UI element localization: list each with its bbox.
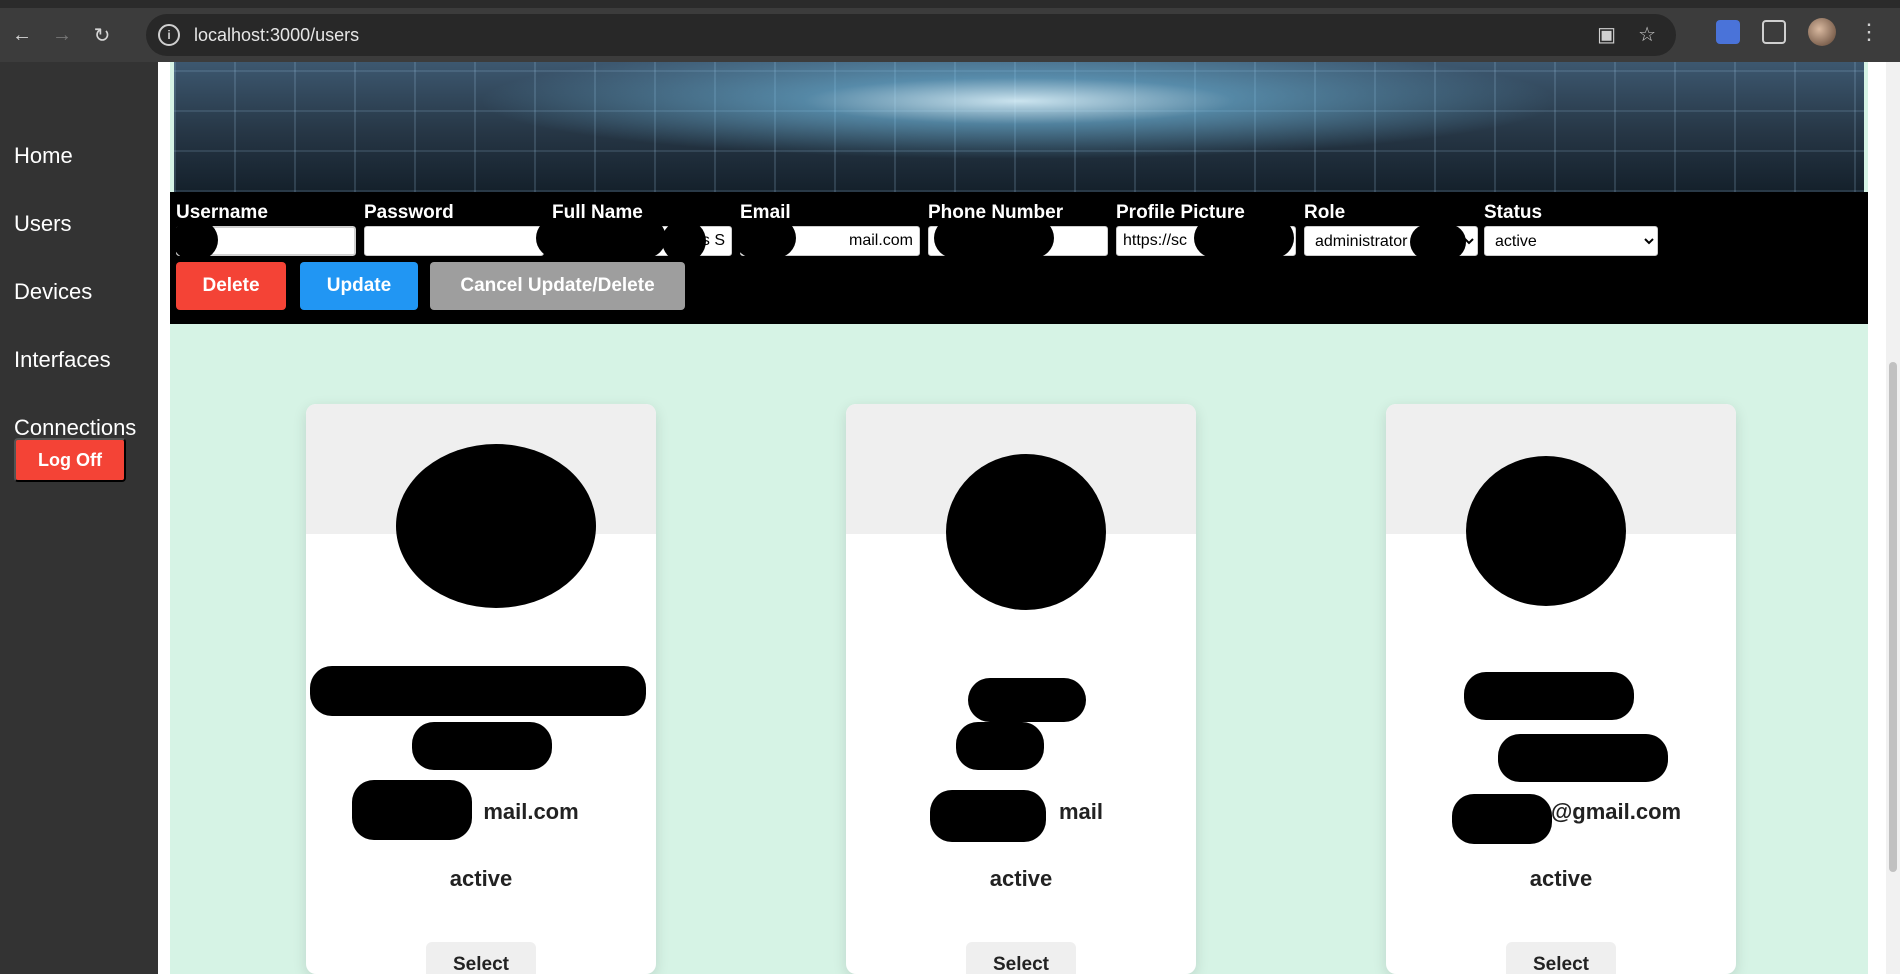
user-status: active: [449, 866, 513, 891]
user-avatar-redacted: [396, 444, 596, 608]
address-bar[interactable]: i localhost:3000/users ▣ ☆: [146, 14, 1676, 56]
main-content: Username Password Full Name Email Phone …: [158, 62, 1900, 974]
site-info-icon[interactable]: i: [158, 24, 180, 46]
redaction-mark: [1464, 672, 1634, 720]
browser-menu-icon[interactable]: ⋮: [1858, 19, 1880, 45]
back-icon[interactable]: ←: [4, 17, 40, 53]
redaction-mark: [412, 722, 552, 770]
user-email: @gmail.com: [1550, 799, 1682, 824]
status-select[interactable]: active: [1484, 226, 1658, 256]
redaction-mark: [956, 722, 1044, 770]
install-app-icon[interactable]: ▣: [1597, 22, 1616, 47]
profile-avatar[interactable]: [1808, 18, 1836, 46]
header-banner-image: [174, 62, 1864, 192]
redaction-mark: [536, 218, 666, 258]
reload-icon[interactable]: ↻: [84, 17, 120, 53]
select-user-button[interactable]: Select: [426, 942, 536, 974]
password-field: Password: [364, 202, 544, 256]
user-card: mail active Select: [846, 404, 1196, 974]
sidebar: Home Users Devices Interfaces Connection…: [0, 62, 158, 974]
select-user-button[interactable]: Select: [966, 942, 1076, 974]
password-input[interactable]: [364, 226, 544, 256]
logoff-button[interactable]: Log Off: [14, 438, 126, 482]
tab-strip: [0, 0, 1900, 8]
redaction-mark: [172, 220, 218, 260]
browser-chrome: ← → ↻ i localhost:3000/users ▣ ☆ ⋮: [0, 0, 1900, 62]
user-edit-form: Username Password Full Name Email Phone …: [170, 192, 1868, 324]
sidebar-item-home[interactable]: Home: [0, 122, 158, 190]
redaction-mark: [930, 790, 1046, 842]
sidebar-item-users[interactable]: Users: [0, 190, 158, 258]
password-label: Password: [364, 202, 454, 223]
user-avatar-redacted: [946, 454, 1106, 610]
role-label: Role: [1304, 202, 1346, 223]
status-label: Status: [1484, 202, 1543, 223]
extensions-area: ⋮: [1716, 18, 1880, 46]
user-card: @gmail.com active Select: [1386, 404, 1736, 974]
redaction-mark: [1498, 734, 1668, 782]
redaction-mark: [734, 218, 796, 258]
extensions-puzzle-icon[interactable]: [1762, 20, 1786, 44]
select-user-button[interactable]: Select: [1506, 942, 1616, 974]
scrollbar-thumb[interactable]: [1889, 362, 1897, 872]
redaction-mark: [1410, 224, 1466, 260]
redaction-mark: [352, 780, 472, 840]
page-scrollbar[interactable]: [1886, 62, 1900, 974]
cancel-update-delete-button[interactable]: Cancel Update/Delete: [430, 262, 685, 310]
redaction-mark: [1194, 218, 1294, 258]
redaction-mark: [310, 666, 646, 716]
browser-toolbar: ← → ↻ i localhost:3000/users ▣ ☆ ⋮: [0, 8, 1900, 62]
redaction-mark: [934, 218, 1054, 258]
update-button[interactable]: Update: [300, 262, 418, 310]
user-status: active: [989, 866, 1053, 891]
url-text[interactable]: localhost:3000/users: [194, 25, 359, 46]
redaction-mark: [1452, 794, 1552, 844]
sidebar-item-devices[interactable]: Devices: [0, 258, 158, 326]
redaction-mark: [662, 220, 706, 262]
user-card: mail.com active Select: [306, 404, 656, 974]
extension-icon[interactable]: [1716, 20, 1740, 44]
delete-button[interactable]: Delete: [176, 262, 286, 310]
user-status: active: [1529, 866, 1593, 891]
user-avatar-redacted: [1466, 456, 1626, 606]
status-field: Status active: [1484, 202, 1658, 256]
address-bar-actions: ▣ ☆: [1597, 22, 1656, 47]
bookmark-star-icon[interactable]: ☆: [1638, 22, 1656, 47]
sidebar-item-interfaces[interactable]: Interfaces: [0, 326, 158, 394]
redaction-mark: [968, 678, 1086, 722]
forward-icon[interactable]: →: [44, 17, 80, 53]
users-page: Username Password Full Name Email Phone …: [170, 62, 1868, 974]
